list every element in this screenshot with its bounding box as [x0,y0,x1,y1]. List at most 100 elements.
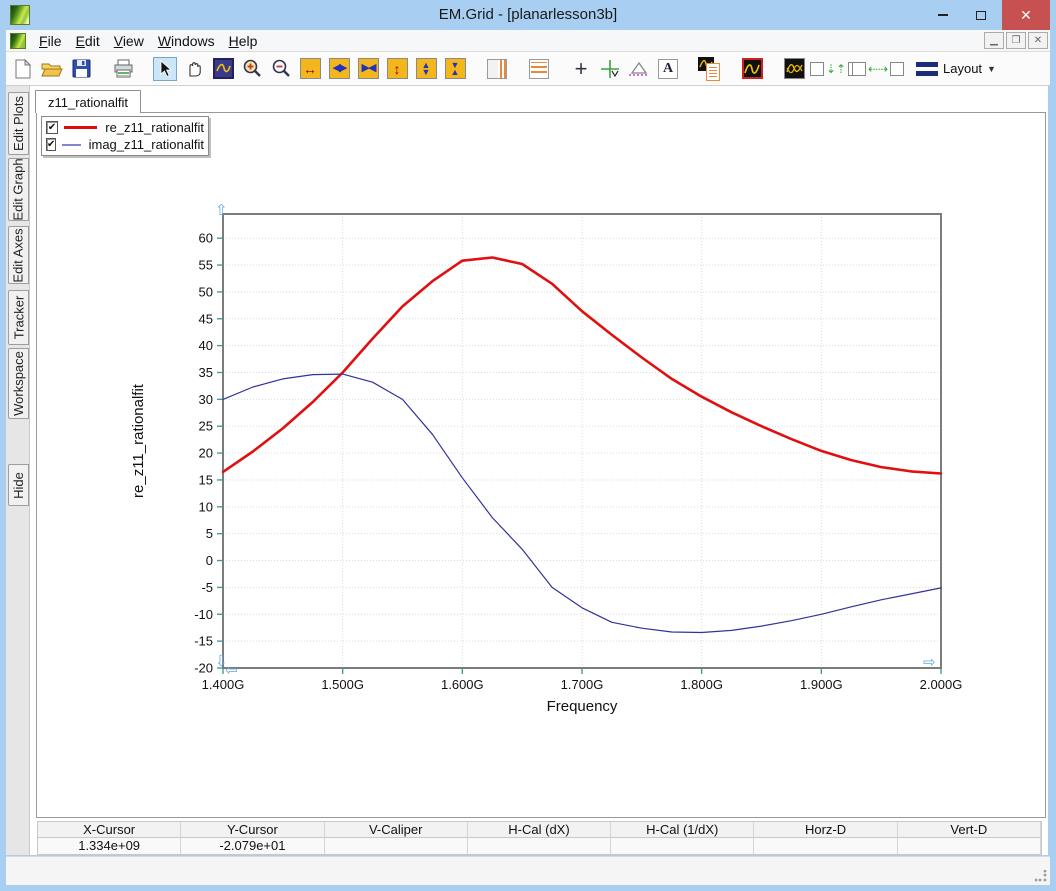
cursor-readout-table: X-CursorY-CursorV-CaliperH-Cal (dX)H-Cal… [37,821,1042,855]
legend-checkbox[interactable]: ✔ [46,138,56,151]
legend-item[interactable]: ✔re_z11_rationalfit [42,119,208,136]
save-icon[interactable] [69,57,93,81]
maximize-button[interactable] [964,0,998,30]
svg-text:5: 5 [206,526,213,541]
close-icon: ✕ [1020,7,1032,24]
app-window: EM.Grid - [planarlesson3b] ✕ FileEditVie… [0,0,1056,891]
resize-grip-icon[interactable] [1035,870,1047,882]
minimize-icon [938,14,948,16]
svg-text:25: 25 [199,419,213,434]
menu-windows[interactable]: Windows [151,31,222,51]
legend-label: imag_z11_rationalfit [89,137,204,152]
svg-text:30: 30 [199,392,213,407]
menu-help[interactable]: Help [222,31,265,51]
sidebar-tab-edit-plots[interactable]: Edit Plots [8,92,29,155]
menu-file[interactable]: File [32,31,69,51]
text-label-icon[interactable]: A [656,57,680,81]
sidebar-tab-hide[interactable]: Hide [8,464,29,506]
crosshair-icon[interactable]: + [569,57,593,81]
window-title: EM.Grid - [planarlesson3b] [0,6,1056,23]
cursor-col-value [754,838,897,854]
cursor-col-header: H-Cal (1/dX) [611,822,754,838]
open-file-icon[interactable] [40,57,64,81]
split-vertical-icon[interactable]: ⇣⇡ [824,57,848,81]
zoom-region-icon[interactable] [211,57,235,81]
sidebar: Edit Plots Edit Graph Edit Axes Tracker Work… [6,86,30,855]
menu-edit[interactable]: Edit [69,31,107,51]
x-axis-label: Frequency [547,698,618,715]
svg-text:15: 15 [199,472,213,487]
y-arrows-in-icon[interactable]: ▼▲ [443,57,467,81]
axes-tracker-icon[interactable] [598,57,622,81]
axis-pan-up-icon[interactable]: ⇧ [215,203,228,218]
svg-text:40: 40 [199,338,213,353]
cursor-col-header: X-Cursor [38,822,181,838]
x-arrows-out-icon[interactable]: ◀▶ [327,57,351,81]
chevron-down-icon: ▼ [987,64,996,74]
pan-hand-icon[interactable] [182,57,206,81]
sidebar-tab-workspace[interactable]: Workspace [8,348,29,419]
zoom-out-icon[interactable] [269,57,293,81]
legend-item[interactable]: ✔ imag_z11_rationalfit [42,136,208,153]
svg-text:60: 60 [199,231,213,246]
cursor-col-value [468,838,611,854]
close-button[interactable]: ✕ [1002,0,1050,30]
mdi-window-buttons: ▁ ❐ ✕ [984,32,1048,49]
cursor-col-header: H-Cal (dX) [468,822,611,838]
split-horizontal-icon[interactable]: ⇠⇢ [866,57,890,81]
mdi-restore-button[interactable]: ❐ [1006,32,1026,49]
document-tab-label: z11_rationalfit [48,95,128,110]
x-arrows-in-icon[interactable]: ▶◀ [356,57,380,81]
copy-plot-icon[interactable] [698,57,722,81]
vertical-stripes-icon[interactable] [485,57,509,81]
cursor-col-value [611,838,754,854]
horizontal-stripes-icon[interactable] [527,57,551,81]
cursor-col-header: V-Caliper [325,822,468,838]
caliper-icon[interactable] [627,57,651,81]
svg-text:-10: -10 [194,607,213,622]
sidebar-tab-edit-graph[interactable]: Edit Graph [8,158,29,221]
document-tab[interactable]: z11_rationalfit [35,90,141,113]
minimize-button[interactable] [926,0,960,30]
legend-checkbox[interactable]: ✔ [46,121,58,134]
svg-text:35: 35 [199,365,213,380]
mdi-close-button[interactable]: ✕ [1028,32,1048,49]
multi-plot-icon[interactable] [782,57,806,81]
svg-text:1.900G: 1.900G [800,677,843,692]
svg-text:-5: -5 [201,580,213,595]
layout-dropdown[interactable]: Layout ▼ [916,61,996,76]
axis-pan-right-icon[interactable]: ⇨ [923,655,936,670]
print-icon[interactable] [111,57,135,81]
sidebar-tab-label: Edit Graph [11,158,26,220]
cursor-col-header: Y-Cursor [181,822,324,838]
cursor-col-header: Vert-D [898,822,1041,838]
svg-text:1.800G: 1.800G [680,677,723,692]
sidebar-tab-tracker[interactable]: Tracker [8,290,29,345]
single-plot-icon[interactable] [740,57,764,81]
svg-text:-20: -20 [194,661,213,676]
plot-panel: ✔re_z11_rationalfit✔imag_z11_rationalfit… [36,112,1046,818]
cursor-col-value [898,838,1041,854]
sidebar-tab-label: Workspace [11,351,26,416]
x-expand-icon[interactable]: ↔ [298,57,322,81]
pointer-tool-icon[interactable] [153,57,177,81]
zoom-in-icon[interactable] [240,57,264,81]
svg-text:20: 20 [199,446,213,461]
sidebar-tab-edit-axes[interactable]: Edit Axes [8,226,29,284]
new-file-icon[interactable] [11,57,35,81]
cursor-col-value: -2.079e+01 [181,838,324,854]
sidebar-tab-label: Edit Plots [11,96,26,151]
menu-view[interactable]: View [107,31,151,51]
mdi-minimize-button[interactable]: ▁ [984,32,1004,49]
y-arrows-out-icon[interactable]: ▲▼ [414,57,438,81]
svg-text:1.400G: 1.400G [202,677,245,692]
svg-text:0: 0 [206,553,213,568]
sidebar-tab-label: Tracker [11,296,26,340]
y-expand-icon[interactable]: ↕ [385,57,409,81]
axis-pan-left-icon[interactable]: ⇦ [225,663,238,678]
legend-line-sample [62,144,80,146]
menu-bar: FileEditViewWindowsHelp ▁ ❐ ✕ [6,30,1050,52]
toolbar: ↔ ◀▶ ▶◀ ↕ ▲▼ ▼▲ + A ⇣⇡ [6,52,1050,86]
cursor-col-value [325,838,468,854]
chart-svg[interactable]: -20-15-10-50510152025303540455055601.400… [37,113,1045,817]
